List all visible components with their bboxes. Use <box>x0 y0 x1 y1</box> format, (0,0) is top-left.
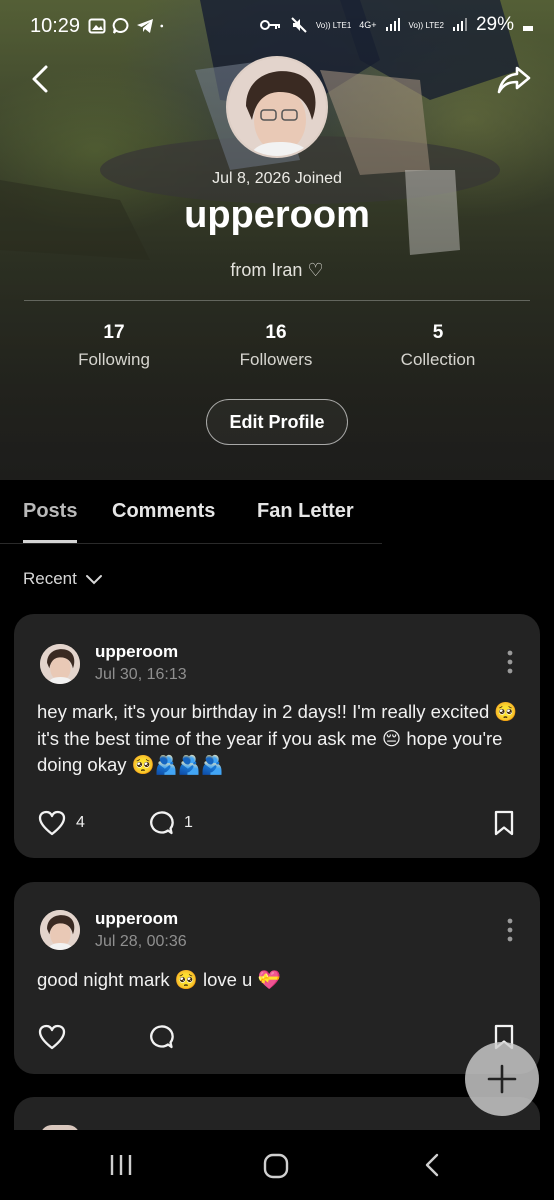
heart-icon <box>38 810 66 836</box>
heart-icon <box>38 1024 66 1050</box>
edit-profile-button[interactable]: Edit Profile <box>206 399 348 445</box>
stat-following[interactable]: 17 Following <box>34 322 194 370</box>
comment-button[interactable]: 1 <box>148 810 193 836</box>
sim2-label: Vo)) LTE2 <box>408 20 444 30</box>
home-icon[interactable] <box>262 1152 290 1180</box>
tabs-divider <box>0 543 382 544</box>
battery-icon <box>523 26 533 31</box>
stat-label: Followers <box>239 350 313 369</box>
stat-value: 16 <box>265 322 287 343</box>
bookmark-icon[interactable] <box>492 810 516 836</box>
stat-value: 5 <box>432 322 444 343</box>
post-avatar[interactable] <box>40 644 80 684</box>
header-divider <box>24 300 530 301</box>
system-navigation-bar <box>0 1130 554 1200</box>
status-bar: 10:29 Vo)) LTE1 4G+ Vo)) LTE2 29% <box>0 0 554 56</box>
joined-date: Jul 8, 2026 Joined <box>212 170 342 187</box>
sim1-indicator: Vo)) LTE1 <box>316 21 351 30</box>
signal-icon <box>385 18 400 31</box>
post-author[interactable]: upperoom <box>95 909 178 929</box>
chevron-down-icon <box>85 575 102 585</box>
system-indicators: Vo)) LTE1 4G+ Vo)) LTE2 29% <box>259 14 534 36</box>
post-body: good night mark 🥺 love u 💝 <box>37 969 281 990</box>
stat-label: Collection <box>400 350 476 369</box>
dot-icon <box>160 24 164 28</box>
telegram-icon <box>137 19 153 33</box>
profile-tabs: Posts Comments Fan Letter <box>0 480 554 544</box>
avatar-image <box>40 910 80 950</box>
profile-avatar[interactable] <box>226 56 328 158</box>
stat-value: 17 <box>103 322 125 343</box>
plus-icon <box>487 1064 517 1094</box>
nav-back-icon[interactable] <box>420 1152 446 1178</box>
stat-collection[interactable]: 5 Collection <box>358 322 518 370</box>
like-button[interactable]: 4 <box>38 810 85 836</box>
signal-icon <box>452 18 467 31</box>
network-type: 4G+ <box>359 20 377 30</box>
recent-apps-icon[interactable] <box>108 1152 134 1178</box>
stat-label: Following <box>78 350 150 369</box>
mute-icon <box>291 17 307 33</box>
post-avatar[interactable] <box>40 910 80 950</box>
vpn-key-icon <box>259 20 280 30</box>
tab-comments[interactable]: Comments <box>112 500 215 523</box>
profile-bio: from Iran ♡ <box>230 260 324 280</box>
comment-bubble-icon <box>150 811 174 835</box>
avatar-image <box>228 58 326 156</box>
sort-dropdown[interactable]: Recent <box>23 569 103 589</box>
like-count: 4 <box>76 814 85 831</box>
stat-followers[interactable]: 16 Followers <box>196 322 356 370</box>
sort-label: Recent <box>23 569 77 588</box>
new-post-button[interactable] <box>465 1042 539 1116</box>
share-icon[interactable] <box>496 62 532 96</box>
like-button[interactable] <box>38 1024 66 1050</box>
comment-button[interactable] <box>148 1024 174 1050</box>
comment-bubble-icon <box>150 1025 174 1049</box>
avatar-image <box>40 644 80 684</box>
more-vertical-icon[interactable] <box>506 650 514 674</box>
battery-percent: 29% <box>475 14 514 35</box>
post-timestamp: Jul 28, 00:36 <box>95 933 187 950</box>
notification-icons <box>88 17 168 35</box>
post-body: hey mark, it's your birthday in 2 days!!… <box>37 701 518 775</box>
profile-stats: 17 Following 16 Followers 5 Collection <box>34 322 520 372</box>
comment-count: 1 <box>184 814 193 831</box>
tab-posts[interactable]: Posts <box>23 500 77 523</box>
more-vertical-icon[interactable] <box>506 918 514 942</box>
back-arrow-icon[interactable] <box>24 62 58 96</box>
profile-username: upperoom <box>184 194 370 236</box>
post-timestamp: Jul 30, 16:13 <box>95 666 187 683</box>
sim1-label: Vo)) LTE1 <box>315 20 352 30</box>
post-card[interactable]: upperoom Jul 28, 00:36 good night mark 🥺… <box>14 882 540 1074</box>
tab-fan-letter[interactable]: Fan Letter <box>257 500 354 523</box>
chat-icon <box>112 18 129 34</box>
status-time: 10:29 <box>30 15 81 37</box>
post-author[interactable]: upperoom <box>95 642 178 662</box>
post-card[interactable]: upperoom Jul 30, 16:13 hey mark, it's yo… <box>14 614 540 858</box>
gallery-icon <box>88 18 106 34</box>
